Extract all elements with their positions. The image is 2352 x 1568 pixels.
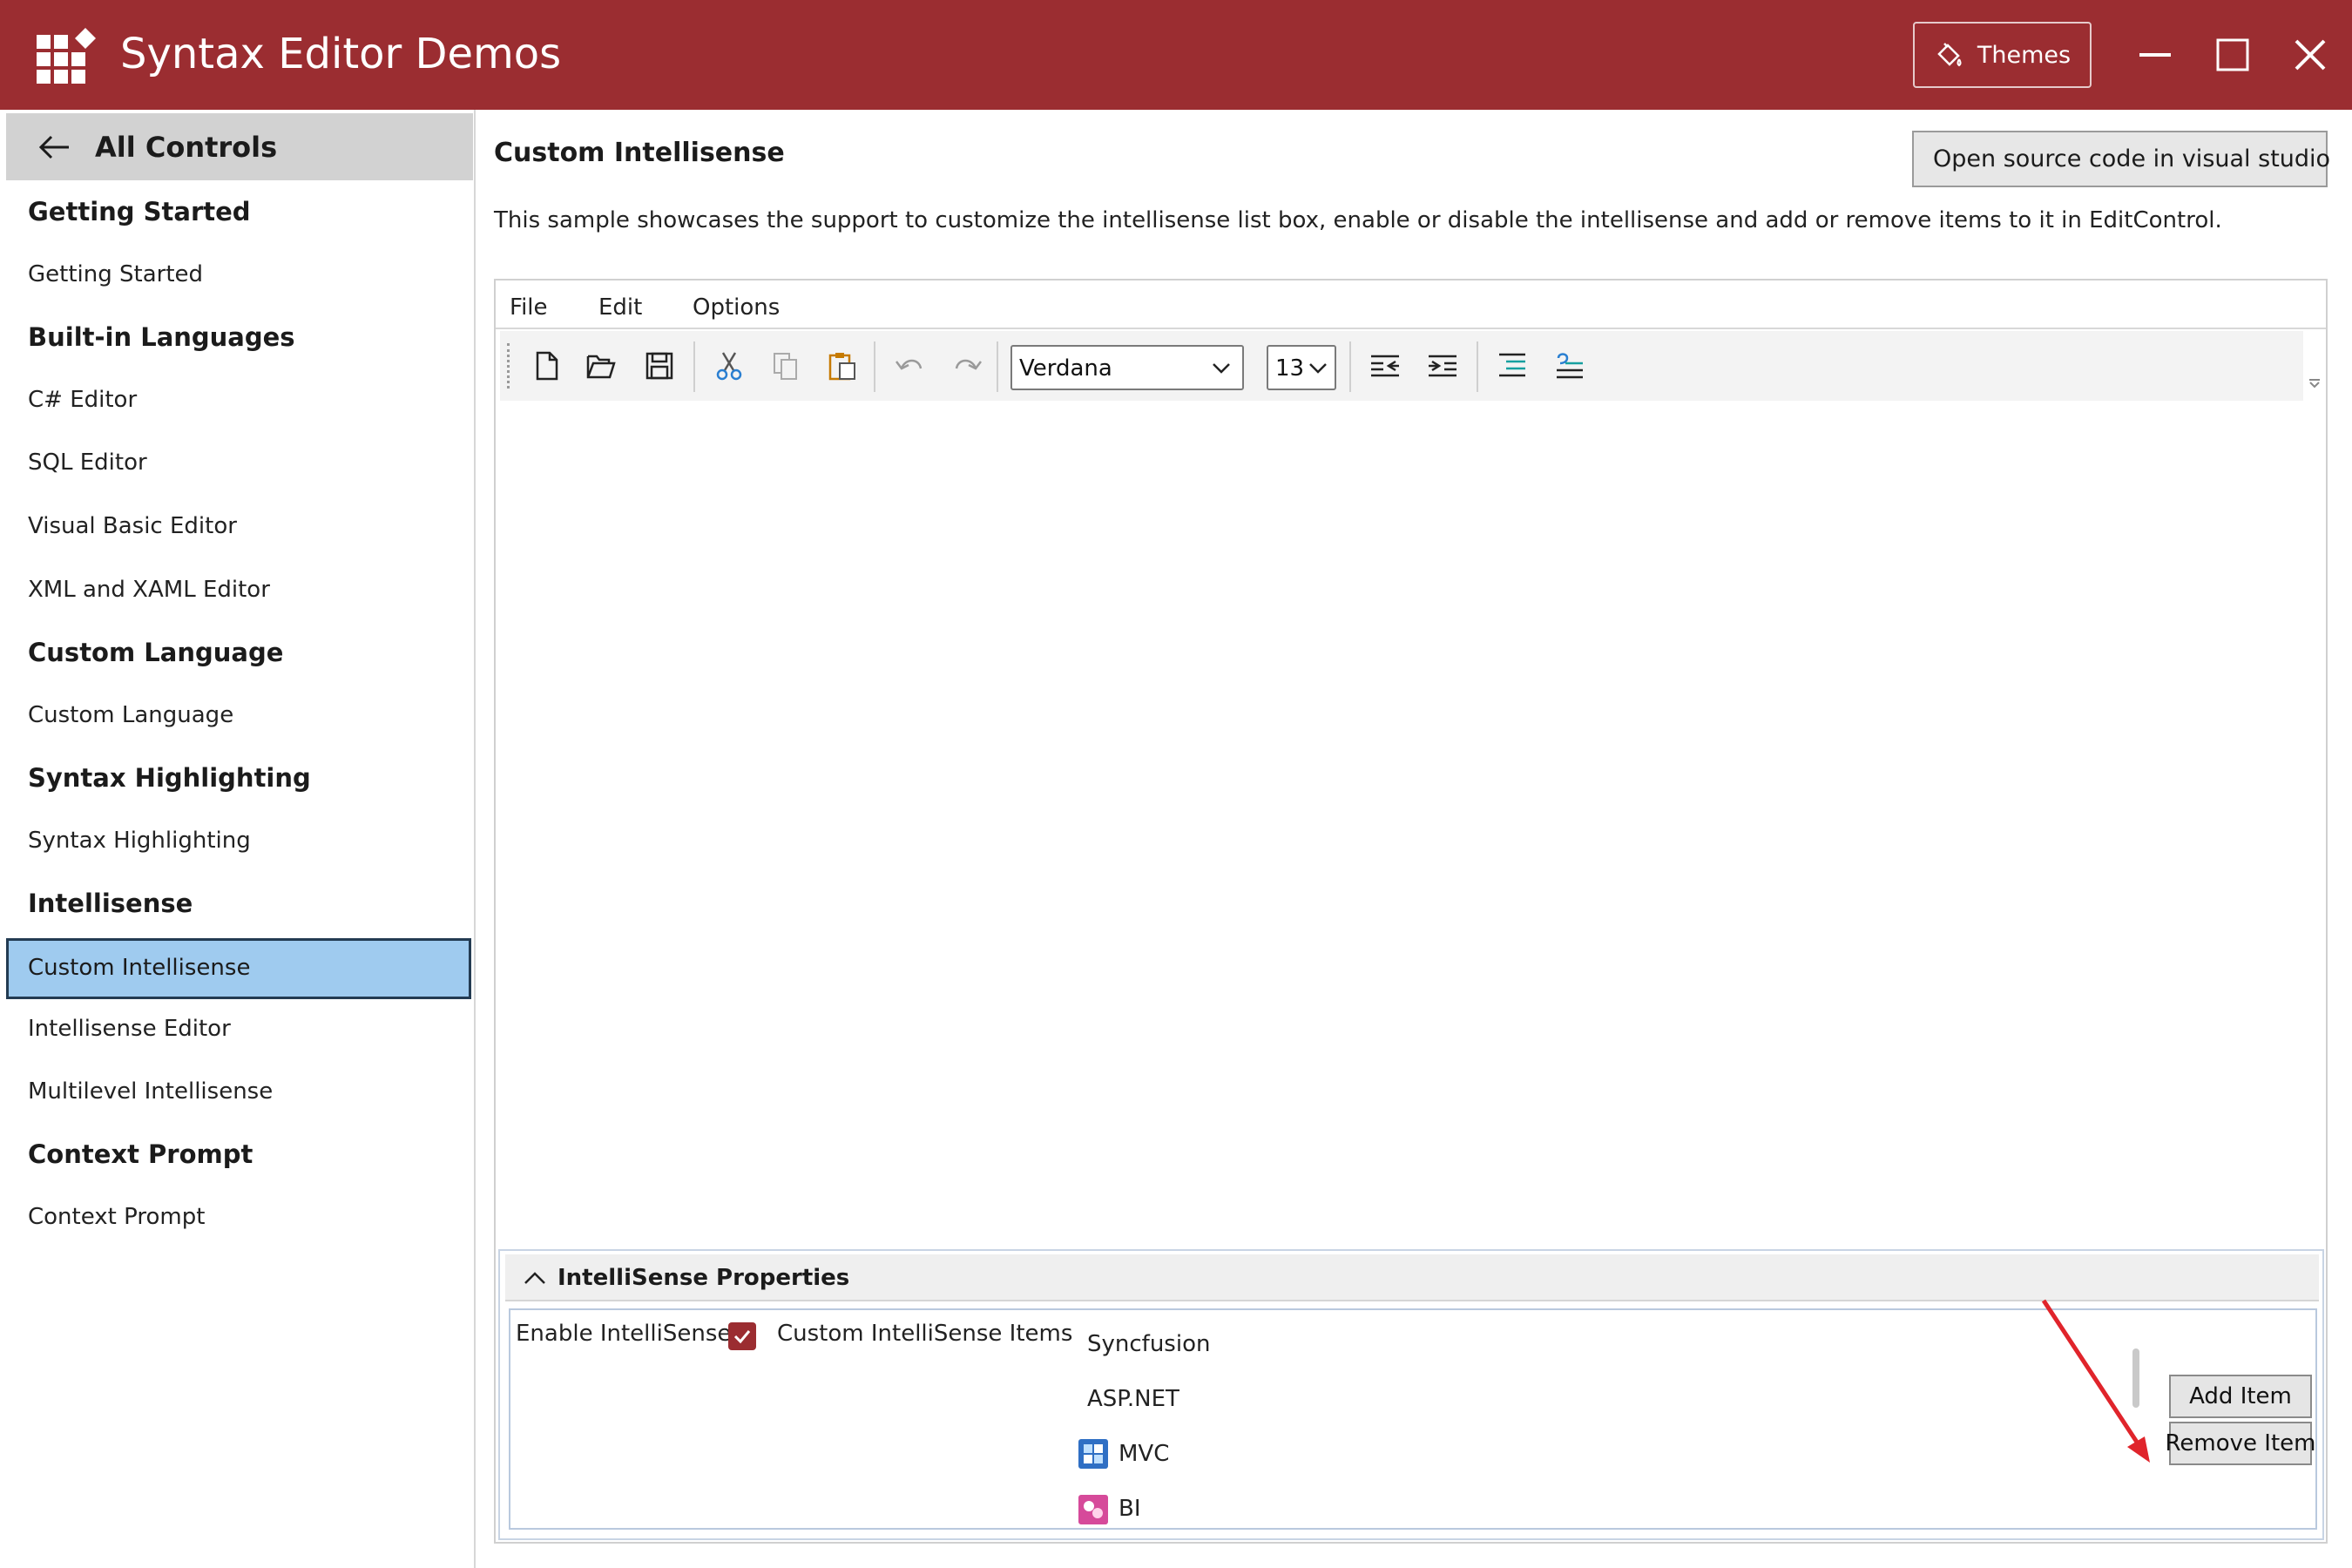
list-item[interactable]: ASP.NET xyxy=(1087,1386,1179,1412)
list-item[interactable]: Syncfusion xyxy=(1087,1331,1210,1357)
sidebar-item-intellisense-editor[interactable]: Intellisense Editor xyxy=(28,1016,231,1042)
enable-intellisense-label: Enable IntelliSense xyxy=(516,1321,732,1347)
toolbar-separator xyxy=(693,341,695,392)
sidebar-item-xml-xaml-editor[interactable]: XML and XAML Editor xyxy=(28,577,270,603)
open-source-button[interactable]: Open source code in visual studio xyxy=(1912,131,2331,187)
sidebar-item-custom-language[interactable]: Custom Language xyxy=(28,702,233,728)
toolbar-grip[interactable] xyxy=(507,343,510,389)
font-family-value: Verdana xyxy=(1019,355,1112,382)
sidebar-item-visual-basic-editor[interactable]: Visual Basic Editor xyxy=(28,513,237,539)
chevron-up-icon xyxy=(524,1272,545,1284)
font-family-select[interactable]: Verdana xyxy=(1010,345,1244,390)
toolbar-separator xyxy=(997,341,998,392)
themes-label: Themes xyxy=(1977,41,2072,69)
page-title: Custom Intellisense xyxy=(494,138,785,168)
sidebar-header-getting-started: Getting Started xyxy=(28,197,251,226)
list-item[interactable]: BI xyxy=(1119,1496,1141,1522)
enable-intellisense-checkbox[interactable] xyxy=(728,1322,756,1350)
all-controls-button[interactable]: All Controls xyxy=(6,113,473,180)
sidebar-item-context-prompt[interactable]: Context Prompt xyxy=(28,1204,205,1230)
remove-item-button[interactable]: Remove Item xyxy=(2166,1422,2315,1465)
mvc-icon xyxy=(1078,1439,1108,1469)
chevron-down-icon xyxy=(1309,363,1327,374)
sidebar-item-custom-intellisense[interactable]: Custom Intellisense xyxy=(6,938,471,999)
list-scrollbar[interactable] xyxy=(2132,1348,2139,1408)
toolbar: Verdana 13 xyxy=(500,331,2303,401)
font-size-select[interactable]: 13 xyxy=(1267,345,1336,390)
menu-file[interactable]: File xyxy=(510,294,548,321)
sidebar-header-custom-language: Custom Language xyxy=(28,638,284,667)
custom-items-label: Custom IntelliSense Items xyxy=(777,1321,1073,1347)
properties-body: Enable IntelliSense Custom IntelliSense … xyxy=(509,1308,2317,1530)
sidebar-header-built-in-languages: Built-in Languages xyxy=(28,322,295,352)
save-icon[interactable] xyxy=(642,348,677,383)
properties-title: IntelliSense Properties xyxy=(558,1265,850,1291)
toolbar-separator xyxy=(1477,341,1478,392)
undo-icon[interactable] xyxy=(892,348,927,383)
paint-bucket-icon xyxy=(1937,43,1962,67)
open-source-label: Open source code in visual studio xyxy=(1933,145,2331,172)
uncomment-icon[interactable] xyxy=(1552,348,1587,383)
comment-icon[interactable] xyxy=(1495,348,1530,383)
sidebar: All Controls Getting Started Getting Sta… xyxy=(0,110,476,1568)
maximize-icon xyxy=(2216,38,2249,71)
themes-button[interactable]: Themes xyxy=(1913,22,2092,88)
copy-icon[interactable] xyxy=(768,348,803,383)
minimize-icon xyxy=(2139,53,2171,57)
toolbar-overflow-icon[interactable] xyxy=(2308,378,2322,389)
chevron-down-icon xyxy=(1213,363,1230,374)
sidebar-item-syntax-highlighting[interactable]: Syntax Highlighting xyxy=(28,828,251,854)
window-title: Syntax Editor Demos xyxy=(120,30,562,78)
intellisense-properties-panel: IntelliSense Properties Enable IntelliSe… xyxy=(498,1249,2324,1540)
app-grid-icon xyxy=(37,28,96,84)
sample-description: This sample showcases the support to cus… xyxy=(494,207,2222,233)
sidebar-item-multilevel-intellisense[interactable]: Multilevel Intellisense xyxy=(28,1078,273,1105)
paste-icon[interactable] xyxy=(825,348,860,383)
menu-edit[interactable]: Edit xyxy=(598,294,642,321)
back-arrow-icon xyxy=(39,135,69,159)
close-button[interactable] xyxy=(2284,24,2336,85)
indent-icon[interactable] xyxy=(1425,348,1460,383)
close-icon xyxy=(2295,39,2326,71)
checkmark-icon xyxy=(733,1330,751,1344)
maximize-button[interactable] xyxy=(2207,24,2259,85)
outdent-icon[interactable] xyxy=(1368,348,1402,383)
menu-bar: File Edit Options xyxy=(496,280,2326,329)
sidebar-item-label: Custom Intellisense xyxy=(28,955,251,981)
sidebar-header-syntax-highlighting: Syntax Highlighting xyxy=(28,763,311,793)
sidebar-header-intellisense: Intellisense xyxy=(28,889,193,918)
menu-options[interactable]: Options xyxy=(693,294,780,321)
toolbar-separator xyxy=(874,341,875,392)
minimize-button[interactable] xyxy=(2129,24,2181,85)
toolbar-separator xyxy=(1349,341,1351,392)
sidebar-item-sql-editor[interactable]: SQL Editor xyxy=(28,449,147,476)
title-bar: Syntax Editor Demos Themes xyxy=(0,0,2352,110)
open-folder-icon[interactable] xyxy=(584,348,618,383)
font-size-value: 13 xyxy=(1275,355,1305,382)
list-item[interactable]: MVC xyxy=(1119,1441,1169,1467)
sidebar-item-getting-started[interactable]: Getting Started xyxy=(28,261,203,287)
add-item-button[interactable]: Add Item xyxy=(2169,1375,2312,1418)
all-controls-label: All Controls xyxy=(95,130,278,164)
properties-header[interactable]: IntelliSense Properties xyxy=(505,1254,2319,1301)
new-file-icon[interactable] xyxy=(530,348,564,383)
cut-icon[interactable] xyxy=(712,348,747,383)
bi-icon xyxy=(1078,1495,1108,1524)
sidebar-item-csharp-editor[interactable]: C# Editor xyxy=(28,387,137,413)
sidebar-header-context-prompt: Context Prompt xyxy=(28,1139,253,1169)
redo-icon[interactable] xyxy=(950,348,985,383)
